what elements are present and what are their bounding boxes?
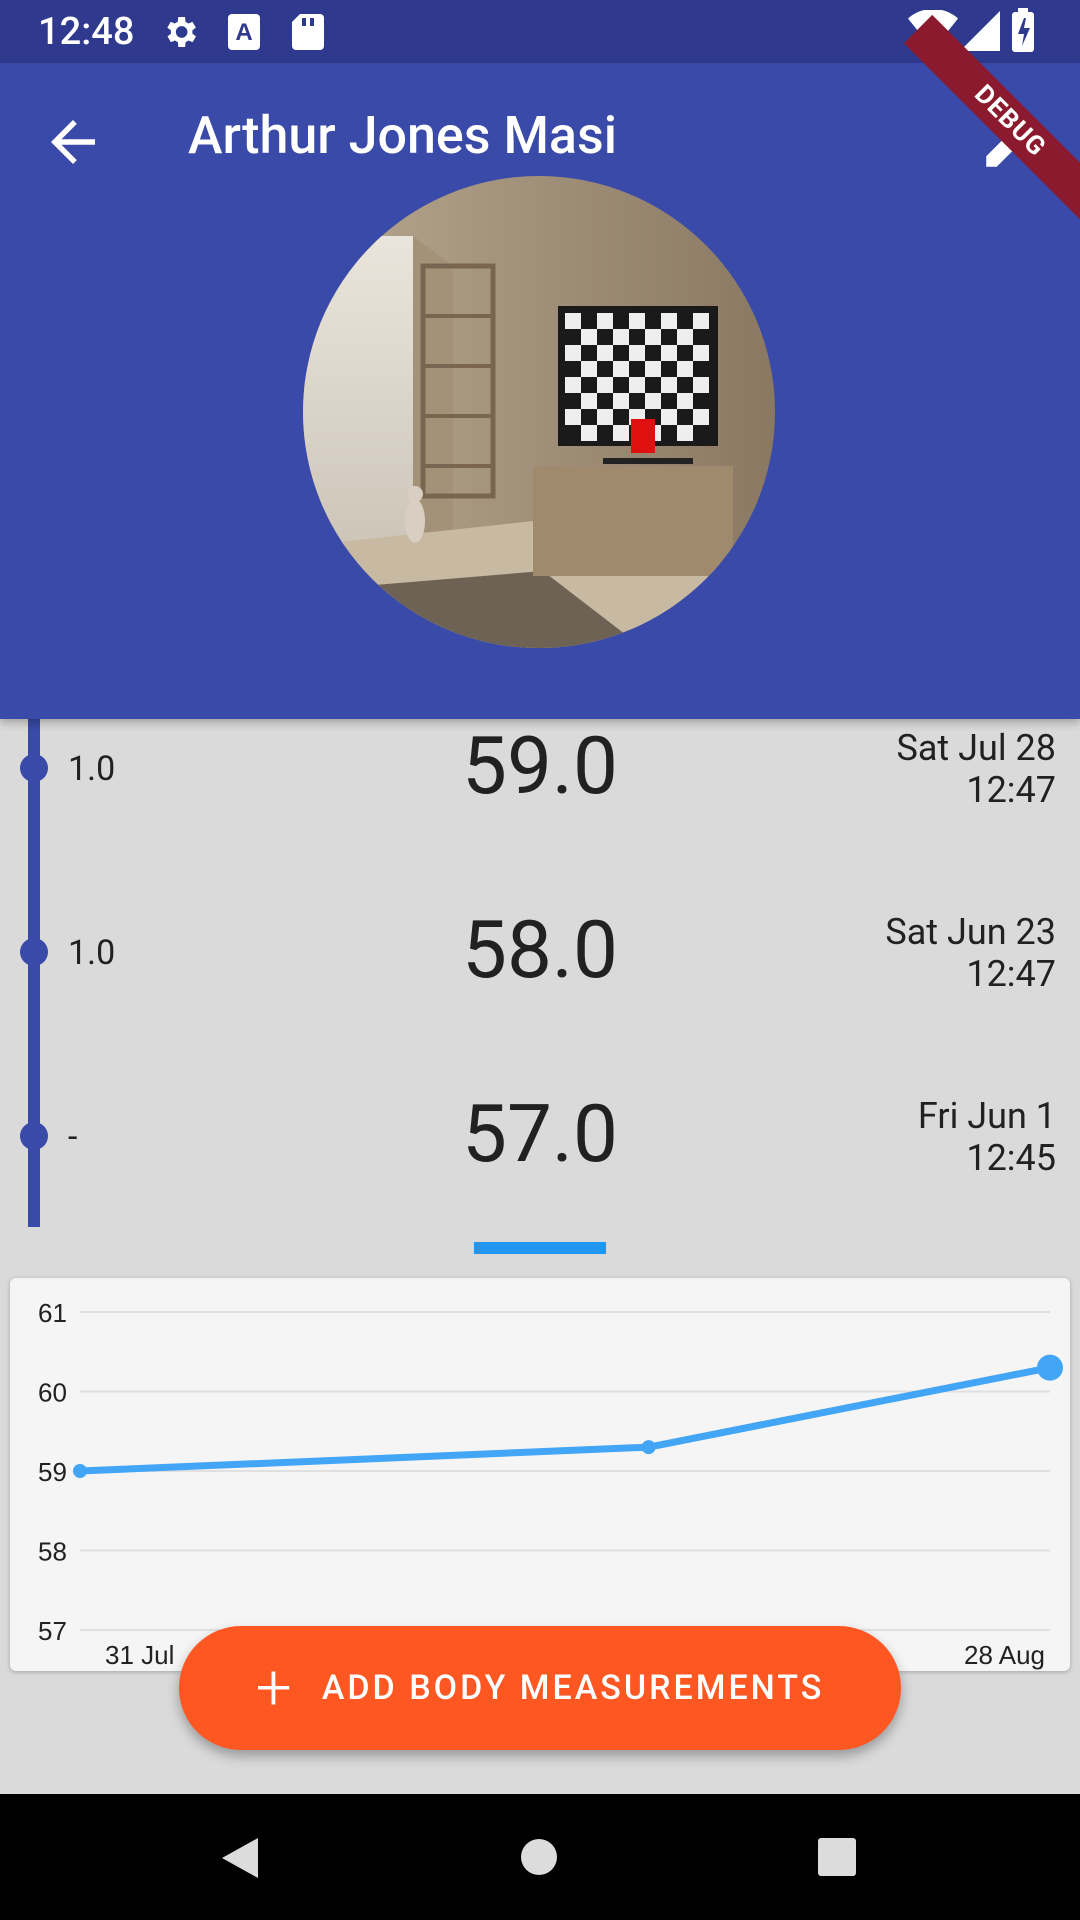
list-item[interactable]: 1.0 59.0 Sat Jul 28 12:47 [0, 719, 1080, 903]
add-body-measurements-button[interactable]: + ADD BODY MEASUREMENTS [179, 1626, 901, 1750]
measurement-date: Fri Jun 1 12:45 [918, 1095, 1056, 1179]
date-label: Sat Jun 23 [885, 911, 1056, 953]
weight-chart-card: 57 58 59 60 61 31 Jul 28 Aug [10, 1278, 1070, 1671]
page-title: Arthur Jones Masi [188, 105, 617, 166]
weight-chart: 57 58 59 60 61 31 Jul 28 Aug [38, 1298, 1063, 1670]
sd-card-icon [292, 14, 324, 50]
a-icon: A [228, 14, 260, 50]
profile-header: Arthur Jones Masi DEBUG [0, 14, 1080, 719]
date-label: Sat Jul 28 [896, 727, 1056, 769]
home-circle-icon[interactable] [518, 1836, 560, 1878]
plus-icon: + [255, 1650, 292, 1725]
x-tick-label: 28 Aug [964, 1640, 1045, 1670]
time-label: 12:47 [966, 769, 1056, 811]
y-tick-label: 61 [38, 1298, 67, 1328]
measurement-date: Sat Jul 28 12:47 [896, 727, 1056, 811]
measurement-date: Sat Jun 23 12:47 [885, 911, 1056, 995]
battery-charging-icon [1012, 8, 1034, 52]
system-nav-bar [0, 1794, 1080, 1920]
gear-icon [167, 17, 196, 47]
list-item[interactable]: 1.0 58.0 Sat Jun 23 12:47 [0, 903, 1080, 1087]
avatar[interactable] [303, 176, 775, 648]
signal-icon [960, 11, 1000, 51]
y-tick-label: 57 [38, 1616, 67, 1646]
time-label: 12:45 [966, 1137, 1056, 1179]
series-line [79, 1364, 1051, 1475]
time-label: 12:47 [966, 953, 1056, 995]
add-button-label: ADD BODY MEASUREMENTS [321, 1668, 825, 1708]
y-tick-label: 59 [38, 1457, 67, 1487]
back-triangle-icon[interactable] [218, 1834, 262, 1882]
measurement-list: 1.0 59.0 Sat Jul 28 12:47 1.0 58.0 Sat J… [0, 719, 1080, 1229]
y-tick-label: 58 [38, 1537, 67, 1567]
recents-square-icon[interactable] [816, 1836, 858, 1878]
date-label: Fri Jun 1 [917, 1095, 1056, 1137]
page-indicator [474, 1242, 606, 1254]
status-time: 12:48 [38, 10, 135, 54]
x-tick-label: 31 Jul [105, 1640, 174, 1670]
data-point[interactable] [1037, 1354, 1063, 1381]
arrow-back-icon[interactable] [40, 109, 106, 175]
data-point[interactable] [641, 1440, 656, 1455]
y-tick-label: 60 [38, 1378, 67, 1408]
avatar-photo [303, 176, 775, 648]
data-point[interactable] [73, 1464, 87, 1478]
svg-text:A: A [235, 19, 252, 46]
